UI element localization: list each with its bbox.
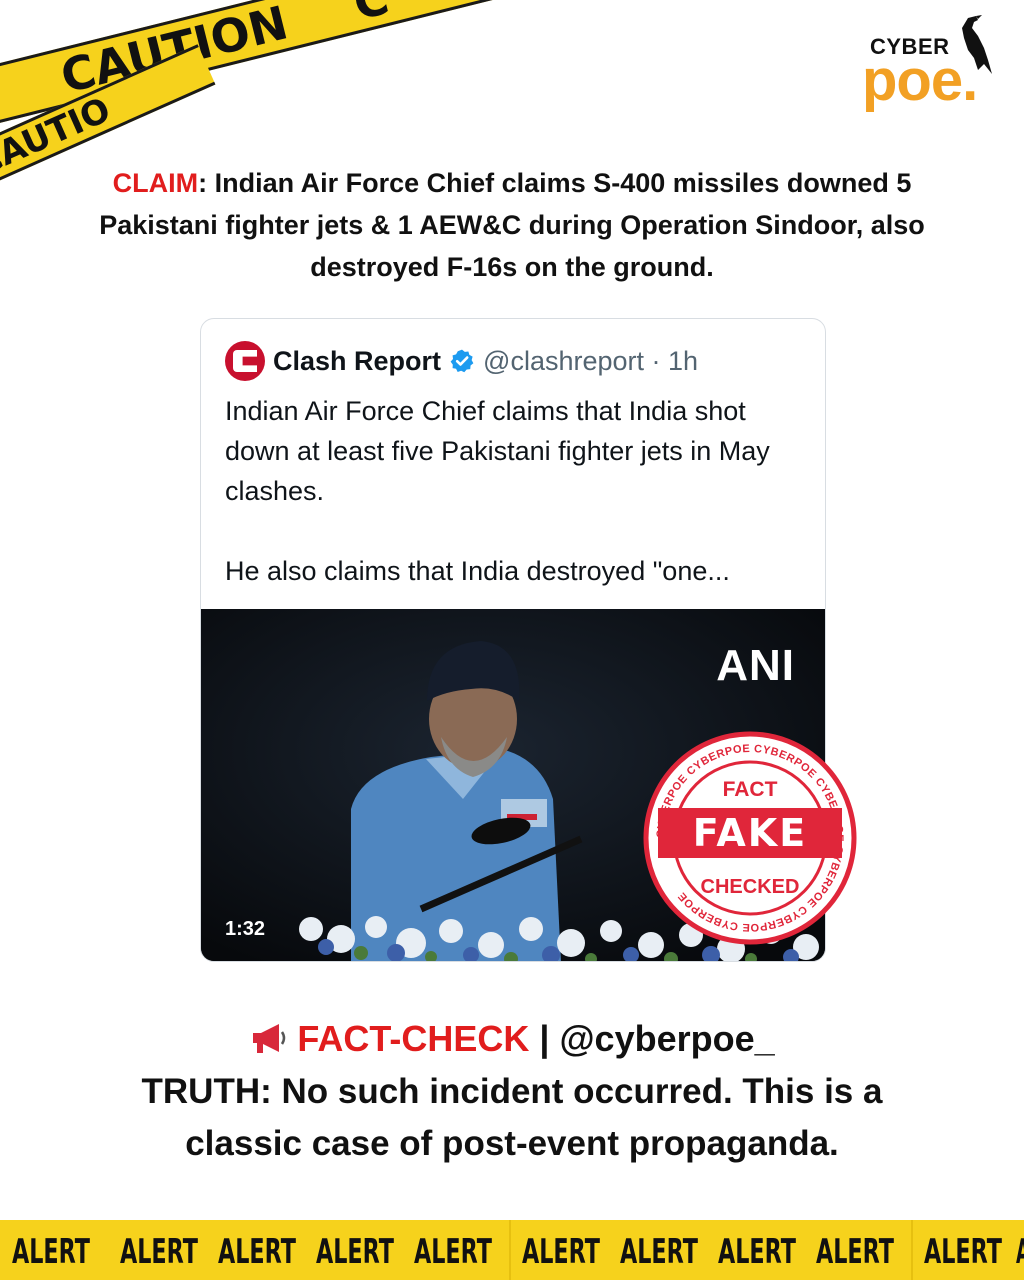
tweet-handle[interactable]: @clashreport · 1h: [483, 346, 698, 377]
claim-text: : Indian Air Force Chief claims S-400 mi…: [99, 168, 925, 282]
media-watermark: ANI: [716, 641, 795, 690]
cyberpoe-logo: CYBER poe.: [862, 14, 1002, 114]
tweet-author[interactable]: Clash Report: [273, 346, 441, 377]
stamp-text-top: FACT: [723, 778, 778, 801]
alert-word: ALERT: [718, 1232, 797, 1272]
alert-word: ALERT: [120, 1232, 199, 1272]
alert-word: ALERT: [816, 1232, 895, 1272]
caution-tape-text: N: [0, 68, 1, 130]
alert-word: ALERT: [316, 1232, 395, 1272]
alert-word: ALERT: [522, 1232, 601, 1272]
alert-word: ALERT: [924, 1232, 1003, 1272]
alert-word: ALERT: [218, 1232, 297, 1272]
tweet-paragraph[interactable]: He also claims that India destroyed "one…: [225, 551, 805, 591]
verified-badge-icon: [450, 349, 474, 373]
megaphone-icon: [253, 1024, 286, 1053]
factcheck-separator: |: [529, 1018, 560, 1059]
video-duration: 1:32: [225, 918, 266, 940]
tweet-body: Indian Air Force Chief claims that India…: [225, 391, 805, 591]
stamp-text-bottom: CHECKED: [701, 876, 800, 898]
tweet-paragraph: Indian Air Force Chief claims that India…: [225, 396, 770, 506]
truth-statement: TRUTH: No such incident occurred. This i…: [141, 1072, 883, 1163]
fake-stamp-icon: CYBERPOE CYBERPOE CYBERPOE CYBERPOE CYBE…: [643, 731, 857, 945]
alert-strip: ALERT ALERT ALERT ALERT ALERT ALERT ALERT ALERT…: [0, 1220, 1024, 1280]
tweet-header: Clash Report @clashreport · 1h: [225, 341, 698, 381]
claim-statement: CLAIM: Indian Air Force Chief claims S-4…: [92, 162, 932, 288]
avatar[interactable]: [225, 341, 265, 381]
factcheck-heading: FACT-CHECK | @cyberpoe_: [0, 1016, 1024, 1062]
factcheck-handle: @cyberpoe_: [559, 1018, 775, 1059]
alert-word: ALERT: [414, 1232, 493, 1272]
alert-word: ALERT: [620, 1232, 699, 1272]
stamp-text-fake: FAKE: [693, 811, 807, 855]
crow-icon: [962, 15, 992, 74]
caution-tape-text: C: [347, 0, 394, 31]
alert-word: A: [1016, 1232, 1024, 1272]
alert-strip-text: ALERT ALERT ALERT ALERT ALERT ALERT ALERT ALERT…: [12, 1220, 1024, 1280]
factcheck-label: FACT-CHECK: [297, 1018, 530, 1059]
claim-label: CLAIM: [112, 168, 199, 198]
alert-word: ALERT: [12, 1232, 91, 1272]
